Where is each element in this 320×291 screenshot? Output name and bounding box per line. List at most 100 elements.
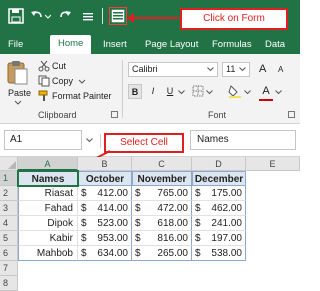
font-size-value: 11: [226, 64, 236, 74]
row-header-8[interactable]: 8: [0, 276, 18, 291]
paste-label[interactable]: Paste: [8, 88, 31, 98]
formula-input-value: Names: [197, 134, 229, 145]
format-painter-button[interactable]: Format Painter: [52, 91, 112, 101]
table-cell-name[interactable]: Mahbob: [18, 246, 78, 261]
ribbon-tabs: File Home Insert Page Layout Formulas Da…: [0, 32, 300, 54]
table-cell-money[interactable]: $175.00: [192, 186, 246, 201]
clipboard-dialog-launcher[interactable]: [111, 111, 118, 118]
table-cell-money[interactable]: $197.00: [192, 231, 246, 246]
tab-file[interactable]: File: [8, 36, 23, 54]
scissors-icon[interactable]: [38, 60, 50, 72]
table-cell-money[interactable]: $634.00: [78, 246, 132, 261]
paste-dropdown-icon[interactable]: [14, 100, 22, 106]
table-cell-money[interactable]: $538.00: [192, 246, 246, 261]
cell-value: 412.00: [97, 188, 128, 199]
row-header-5[interactable]: 5: [0, 231, 18, 246]
tab-insert[interactable]: Insert: [103, 36, 127, 54]
table-cell-money[interactable]: $765.00: [132, 186, 192, 201]
table-cell-money[interactable]: $472.00: [132, 201, 192, 216]
active-cell-outline: [17, 170, 79, 187]
tab-page-layout[interactable]: Page Layout: [145, 36, 198, 54]
row-header-2[interactable]: 2: [0, 186, 18, 201]
underline-dropdown-icon[interactable]: [178, 90, 185, 95]
table-cell-money[interactable]: $414.00: [78, 201, 132, 216]
table-cell-money[interactable]: $265.00: [132, 246, 192, 261]
header-cell-november[interactable]: November: [132, 171, 192, 186]
currency-symbol: $: [135, 233, 141, 244]
table-cell-money[interactable]: $241.00: [192, 216, 246, 231]
header-cell-october[interactable]: October: [78, 171, 132, 186]
cell-value: 953.00: [97, 233, 128, 244]
cell-value: 241.00: [211, 218, 242, 229]
font-name-value: Calibri: [132, 64, 158, 74]
table-cell-name[interactable]: Kabir: [18, 231, 78, 246]
underline-button[interactable]: U: [163, 84, 177, 99]
name-box[interactable]: A1: [4, 130, 82, 150]
column-header-e[interactable]: E: [246, 157, 300, 171]
table-cell-money[interactable]: $816.00: [132, 231, 192, 246]
currency-symbol: $: [195, 218, 201, 229]
form-button[interactable]: [109, 7, 127, 25]
row-header-3[interactable]: 3: [0, 201, 18, 216]
italic-button[interactable]: I: [146, 84, 160, 99]
undo-icon[interactable]: [30, 8, 44, 24]
row-header-1[interactable]: 1: [0, 171, 18, 186]
font-dialog-launcher[interactable]: [288, 111, 295, 118]
form-callout: Click on Form: [180, 8, 288, 30]
form-icon: [111, 9, 125, 23]
column-header-b[interactable]: B: [78, 157, 132, 171]
currency-symbol: $: [135, 203, 141, 214]
table-cell-money[interactable]: $462.00: [192, 201, 246, 216]
table-cell-money[interactable]: $412.00: [78, 186, 132, 201]
copy-dropdown-icon[interactable]: [78, 79, 86, 85]
bold-button[interactable]: B: [128, 84, 142, 99]
formula-bar-separator: [100, 134, 101, 148]
chevron-down-icon[interactable]: [86, 138, 93, 143]
tab-home[interactable]: Home: [50, 35, 92, 54]
worksheet-grid[interactable]: A B C D E 1 2 3 4 5 6 7 8 Names October …: [0, 157, 300, 291]
font-color-dropdown-icon[interactable]: [275, 90, 282, 95]
row-header-7[interactable]: 7: [0, 261, 18, 276]
formula-input[interactable]: Names: [190, 130, 296, 150]
shrink-font-button[interactable]: A: [278, 65, 283, 74]
borders-dropdown-icon[interactable]: [206, 90, 213, 95]
font-size-select[interactable]: 11: [222, 62, 250, 77]
table-cell-name[interactable]: Riasat: [18, 186, 78, 201]
tab-formulas[interactable]: Formulas: [212, 36, 252, 54]
name-box-value: A1: [10, 134, 23, 145]
table-cell-money[interactable]: $953.00: [78, 231, 132, 246]
currency-symbol: $: [81, 188, 87, 199]
format-painter-icon[interactable]: [38, 90, 50, 102]
fill-color-dropdown-icon[interactable]: [244, 90, 251, 95]
font-name-select[interactable]: Calibri: [128, 62, 218, 77]
table-cell-money[interactable]: $618.00: [132, 216, 192, 231]
row-header-6[interactable]: 6: [0, 246, 18, 261]
table-cell-money[interactable]: $523.00: [78, 216, 132, 231]
redo-icon[interactable]: [58, 8, 72, 24]
tab-data[interactable]: Data: [265, 36, 285, 54]
table-cell-name[interactable]: Fahad: [18, 201, 78, 216]
title-bar: Click on Form: [0, 0, 300, 32]
font-group-label: Font: [208, 110, 227, 120]
paste-icon[interactable]: [6, 60, 28, 86]
borders-icon[interactable]: [192, 85, 204, 97]
column-header-c[interactable]: C: [132, 157, 192, 171]
fill-color-icon[interactable]: [228, 84, 242, 98]
cell-value: 462.00: [211, 203, 242, 214]
header-cell-december[interactable]: December: [192, 171, 246, 186]
select-all-button[interactable]: [0, 157, 18, 171]
cell-value: 414.00: [97, 203, 128, 214]
column-header-d[interactable]: D: [192, 157, 246, 171]
customize-toolbar-icon[interactable]: [82, 8, 94, 24]
save-icon[interactable]: [8, 8, 24, 24]
chevron-down-icon: [239, 67, 246, 72]
copy-button[interactable]: Copy: [52, 76, 73, 86]
copy-icon[interactable]: [38, 75, 50, 87]
column-header-a[interactable]: A: [18, 157, 78, 171]
undo-dropdown-icon[interactable]: [45, 8, 51, 24]
table-cell-name[interactable]: Dipok: [18, 216, 78, 231]
row-header-4[interactable]: 4: [0, 216, 18, 231]
font-color-button[interactable]: A: [259, 84, 273, 99]
cut-button[interactable]: Cut: [52, 61, 66, 71]
grow-font-button[interactable]: A: [259, 63, 266, 75]
